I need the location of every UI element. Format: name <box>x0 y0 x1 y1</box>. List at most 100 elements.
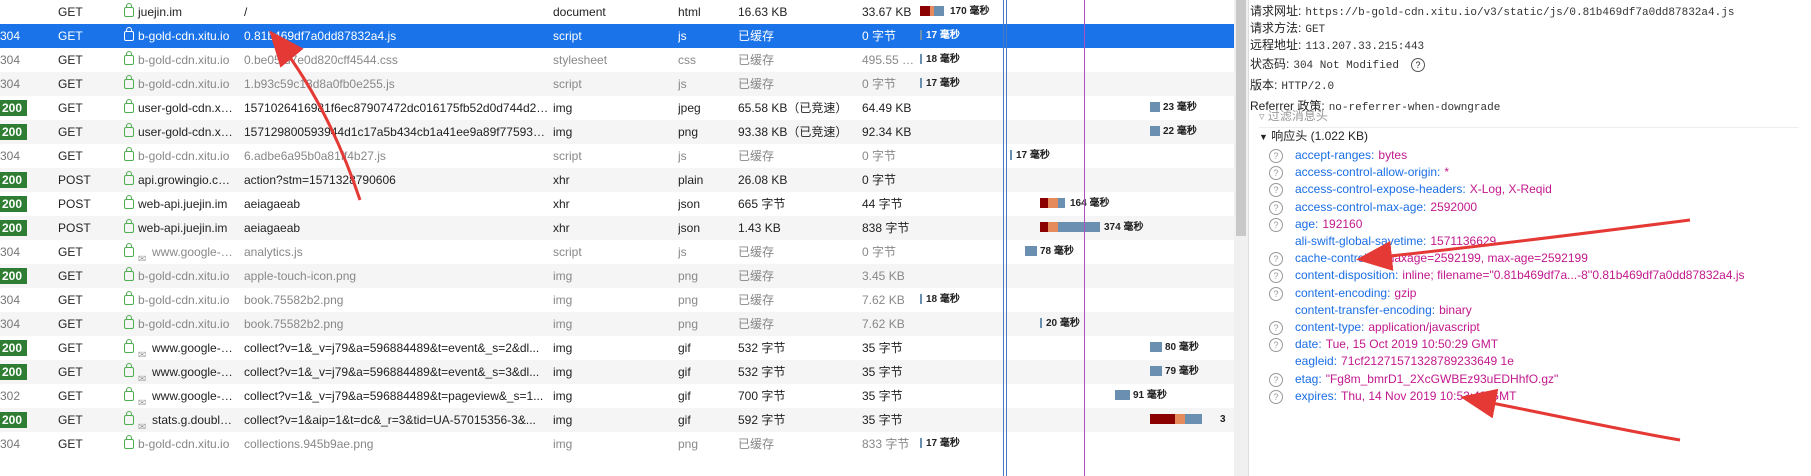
response-header-row[interactable]: ? age: 192160 <box>1269 217 1362 232</box>
domain: user-gold-cdn.xit... <box>124 120 234 144</box>
table-row[interactable]: 200 POST web-api.juejin.im aeiagaeab xhr json… <box>0 192 1234 216</box>
timing-label: 20 毫秒 <box>1046 318 1080 329</box>
response-header-row[interactable]: ? cache-control: s-maxage=2592199, max-age… <box>1269 251 1588 267</box>
table-row[interactable]: 304 GET b-gold-cdn.xitu.io 0.be05fd7e0d820c… <box>0 48 1234 72</box>
table-row[interactable]: 200 POST web-api.juejin.im aeiagaeab xhr json… <box>0 216 1234 240</box>
lock-icon <box>124 386 134 401</box>
timing-bar <box>1025 246 1037 256</box>
response-header-row[interactable]: ? access-control-max-age: 2592000 <box>1269 200 1477 215</box>
vertical-scrollbar[interactable] <box>1234 0 1248 476</box>
help-icon[interactable]: ? <box>1269 321 1283 335</box>
method-text: GET <box>58 293 83 307</box>
help-icon[interactable]: ? <box>1269 269 1283 284</box>
domain-text: www.google-a... <box>152 389 234 403</box>
table-row[interactable]: 200 POST api.growingio.com action?stm=15713… <box>0 168 1234 192</box>
response-header-row[interactable]: content-transfer-encoding: binary <box>1295 303 1472 317</box>
status-code: 304 <box>0 144 40 168</box>
response-header-row[interactable]: ? etag: "Fg8m_bmrD1_2XcGWBEz93uEDHhfO.gz" <box>1269 372 1558 387</box>
file-name-text: aeiagaeab <box>244 197 301 211</box>
method-text: GET <box>58 413 83 427</box>
response-header-row[interactable]: ? content-encoding: gzip <box>1269 286 1416 301</box>
domain: juejin.im <box>124 0 234 24</box>
method: GET <box>58 384 118 408</box>
table-row[interactable]: 302 GET ✉ www.google-a... collect?v=1&_v=j79… <box>0 384 1234 408</box>
size: 7.62 KB <box>862 312 918 336</box>
response-header-row[interactable]: eagleid: 71cf21271571328789233649 1e <box>1295 354 1514 368</box>
status-code-text: 304 <box>0 293 21 307</box>
table-row[interactable]: 200 GET ✉ www.google-a... collect?v=1&_v=j79… <box>0 336 1234 360</box>
size: 33.67 KB <box>862 0 918 24</box>
method: GET <box>58 120 118 144</box>
help-icon[interactable]: ? <box>1269 286 1283 301</box>
status-code: 304 <box>0 240 40 264</box>
response-header-row[interactable]: ? accept-ranges: bytes <box>1269 148 1407 163</box>
table-row[interactable]: 304 GET b-gold-cdn.xitu.io book.75582b2.png… <box>0 312 1234 336</box>
table-row[interactable]: 304 GET b-gold-cdn.xitu.io 6.adbe6a95b0a81f… <box>0 144 1234 168</box>
table-row[interactable]: 304 GET b-gold-cdn.xitu.io collections.945b… <box>0 432 1234 456</box>
response-header-row[interactable]: ? content-type: application/javascript <box>1269 320 1480 335</box>
help-icon[interactable]: ? <box>1269 372 1283 387</box>
timing-label: 17 毫秒 <box>926 30 960 41</box>
response-header-row[interactable]: ? date: Tue, 15 Oct 2019 10:50:29 GMT <box>1269 337 1499 353</box>
table-row[interactable]: 200 GET ✉ www.google-a... collect?v=1&_v=j79… <box>0 360 1234 384</box>
domain: ✉ stats.g.double... <box>124 408 234 432</box>
response-header-row[interactable]: ? expires: Thu, 14 Nov 2019 10:53:48 GMT <box>1269 389 1516 404</box>
response-headers-section[interactable]: ▼ 响应头 (1.022 KB) <box>1259 127 1368 144</box>
table-row[interactable]: 304 GET b-gold-cdn.xitu.io 1.b93c59c13d8a0f… <box>0 72 1234 96</box>
type-text: gif <box>678 413 691 427</box>
table-row[interactable]: 304 GET b-gold-cdn.xitu.io 0.81b469df7a0dd8… <box>0 24 1234 48</box>
file-name: 0.81b469df7a0dd87832a4.js <box>244 24 549 48</box>
timing-bar <box>920 30 922 40</box>
domain: b-gold-cdn.xitu.io <box>124 48 234 72</box>
help-icon[interactable]: ? <box>1269 217 1283 232</box>
table-row[interactable]: 304 GET b-gold-cdn.xitu.io book.75582b2.png… <box>0 288 1234 312</box>
scrollbar-thumb[interactable] <box>1236 0 1246 236</box>
response-header-row[interactable]: ? access-control-allow-origin: * <box>1269 165 1449 181</box>
status-code: 200 <box>0 264 40 288</box>
timeline-cell: 170 毫秒 <box>920 0 1234 24</box>
header-value: Tue, 15 Oct 2019 10:50:29 GMT <box>1325 337 1499 352</box>
help-icon[interactable]: ? <box>1269 149 1283 163</box>
response-header-row[interactable]: ? access-control-expose-headers: X-Log, X-… <box>1269 182 1552 198</box>
status-code: 304 <box>0 72 40 96</box>
timing-label: 78 毫秒 <box>1040 246 1074 257</box>
file-name: 0.be05fd7e0d820cff4544.css <box>244 48 549 72</box>
response-header-row[interactable]: ? content-disposition: inline; filename="0… <box>1269 268 1745 284</box>
lock-icon <box>124 218 134 233</box>
size-text: 35 字节 <box>862 389 903 403</box>
timing-bar <box>1010 150 1012 160</box>
lock-icon <box>124 266 134 281</box>
help-icon[interactable]: ? <box>1269 389 1283 404</box>
cause-text: img <box>553 341 573 355</box>
size-text: 0 字节 <box>862 245 897 259</box>
table-row[interactable]: 200 GET b-gold-cdn.xitu.io apple-touch-icon… <box>0 264 1234 288</box>
table-row[interactable]: GET juejin.im / document html 16.63 KB 33.67 K… <box>0 0 1234 24</box>
help-icon[interactable]: ? <box>1269 183 1283 198</box>
network-request-table: GET juejin.im / document html 16.63 KB 33.67 K… <box>0 0 1234 476</box>
lock-icon <box>124 98 134 113</box>
type: png <box>678 288 738 312</box>
table-row[interactable]: 304 GET ✉ www.google-a... analytics.js script… <box>0 240 1234 264</box>
header-value: bytes <box>1378 148 1408 162</box>
help-icon[interactable]: ? <box>1269 252 1283 267</box>
size: 35 字节 <box>862 360 918 384</box>
help-icon[interactable]: ? <box>1269 166 1283 181</box>
method: GET <box>58 288 118 312</box>
transferred: 532 字节 <box>738 336 856 360</box>
cause-text: script <box>553 77 582 91</box>
table-row[interactable]: 200 GET user-gold-cdn.xit... 1571026416981f… <box>0 96 1234 120</box>
response-header-row[interactable]: ali-swift-global-savetime: 1571136629 <box>1295 234 1496 248</box>
help-icon[interactable]: ? <box>1269 200 1283 215</box>
domain: user-gold-cdn.xit... <box>124 96 234 120</box>
status-code: 200 <box>0 360 40 384</box>
table-row[interactable]: 200 GET user-gold-cdn.xit... 15712980059394… <box>0 120 1234 144</box>
tracker-icon: ✉ <box>138 253 147 264</box>
method: GET <box>58 24 118 48</box>
domain: web-api.juejin.im <box>124 216 234 240</box>
method-text: GET <box>58 125 83 139</box>
method-text: GET <box>58 149 83 163</box>
help-icon[interactable]: ? <box>1269 338 1283 353</box>
table-row[interactable]: 200 GET ✉ stats.g.double... collect?v=1&aip=… <box>0 408 1234 432</box>
filter-headers-input[interactable]: ▿ 过滤消息头 <box>1259 107 1799 128</box>
help-icon[interactable]: ? <box>1410 58 1425 72</box>
